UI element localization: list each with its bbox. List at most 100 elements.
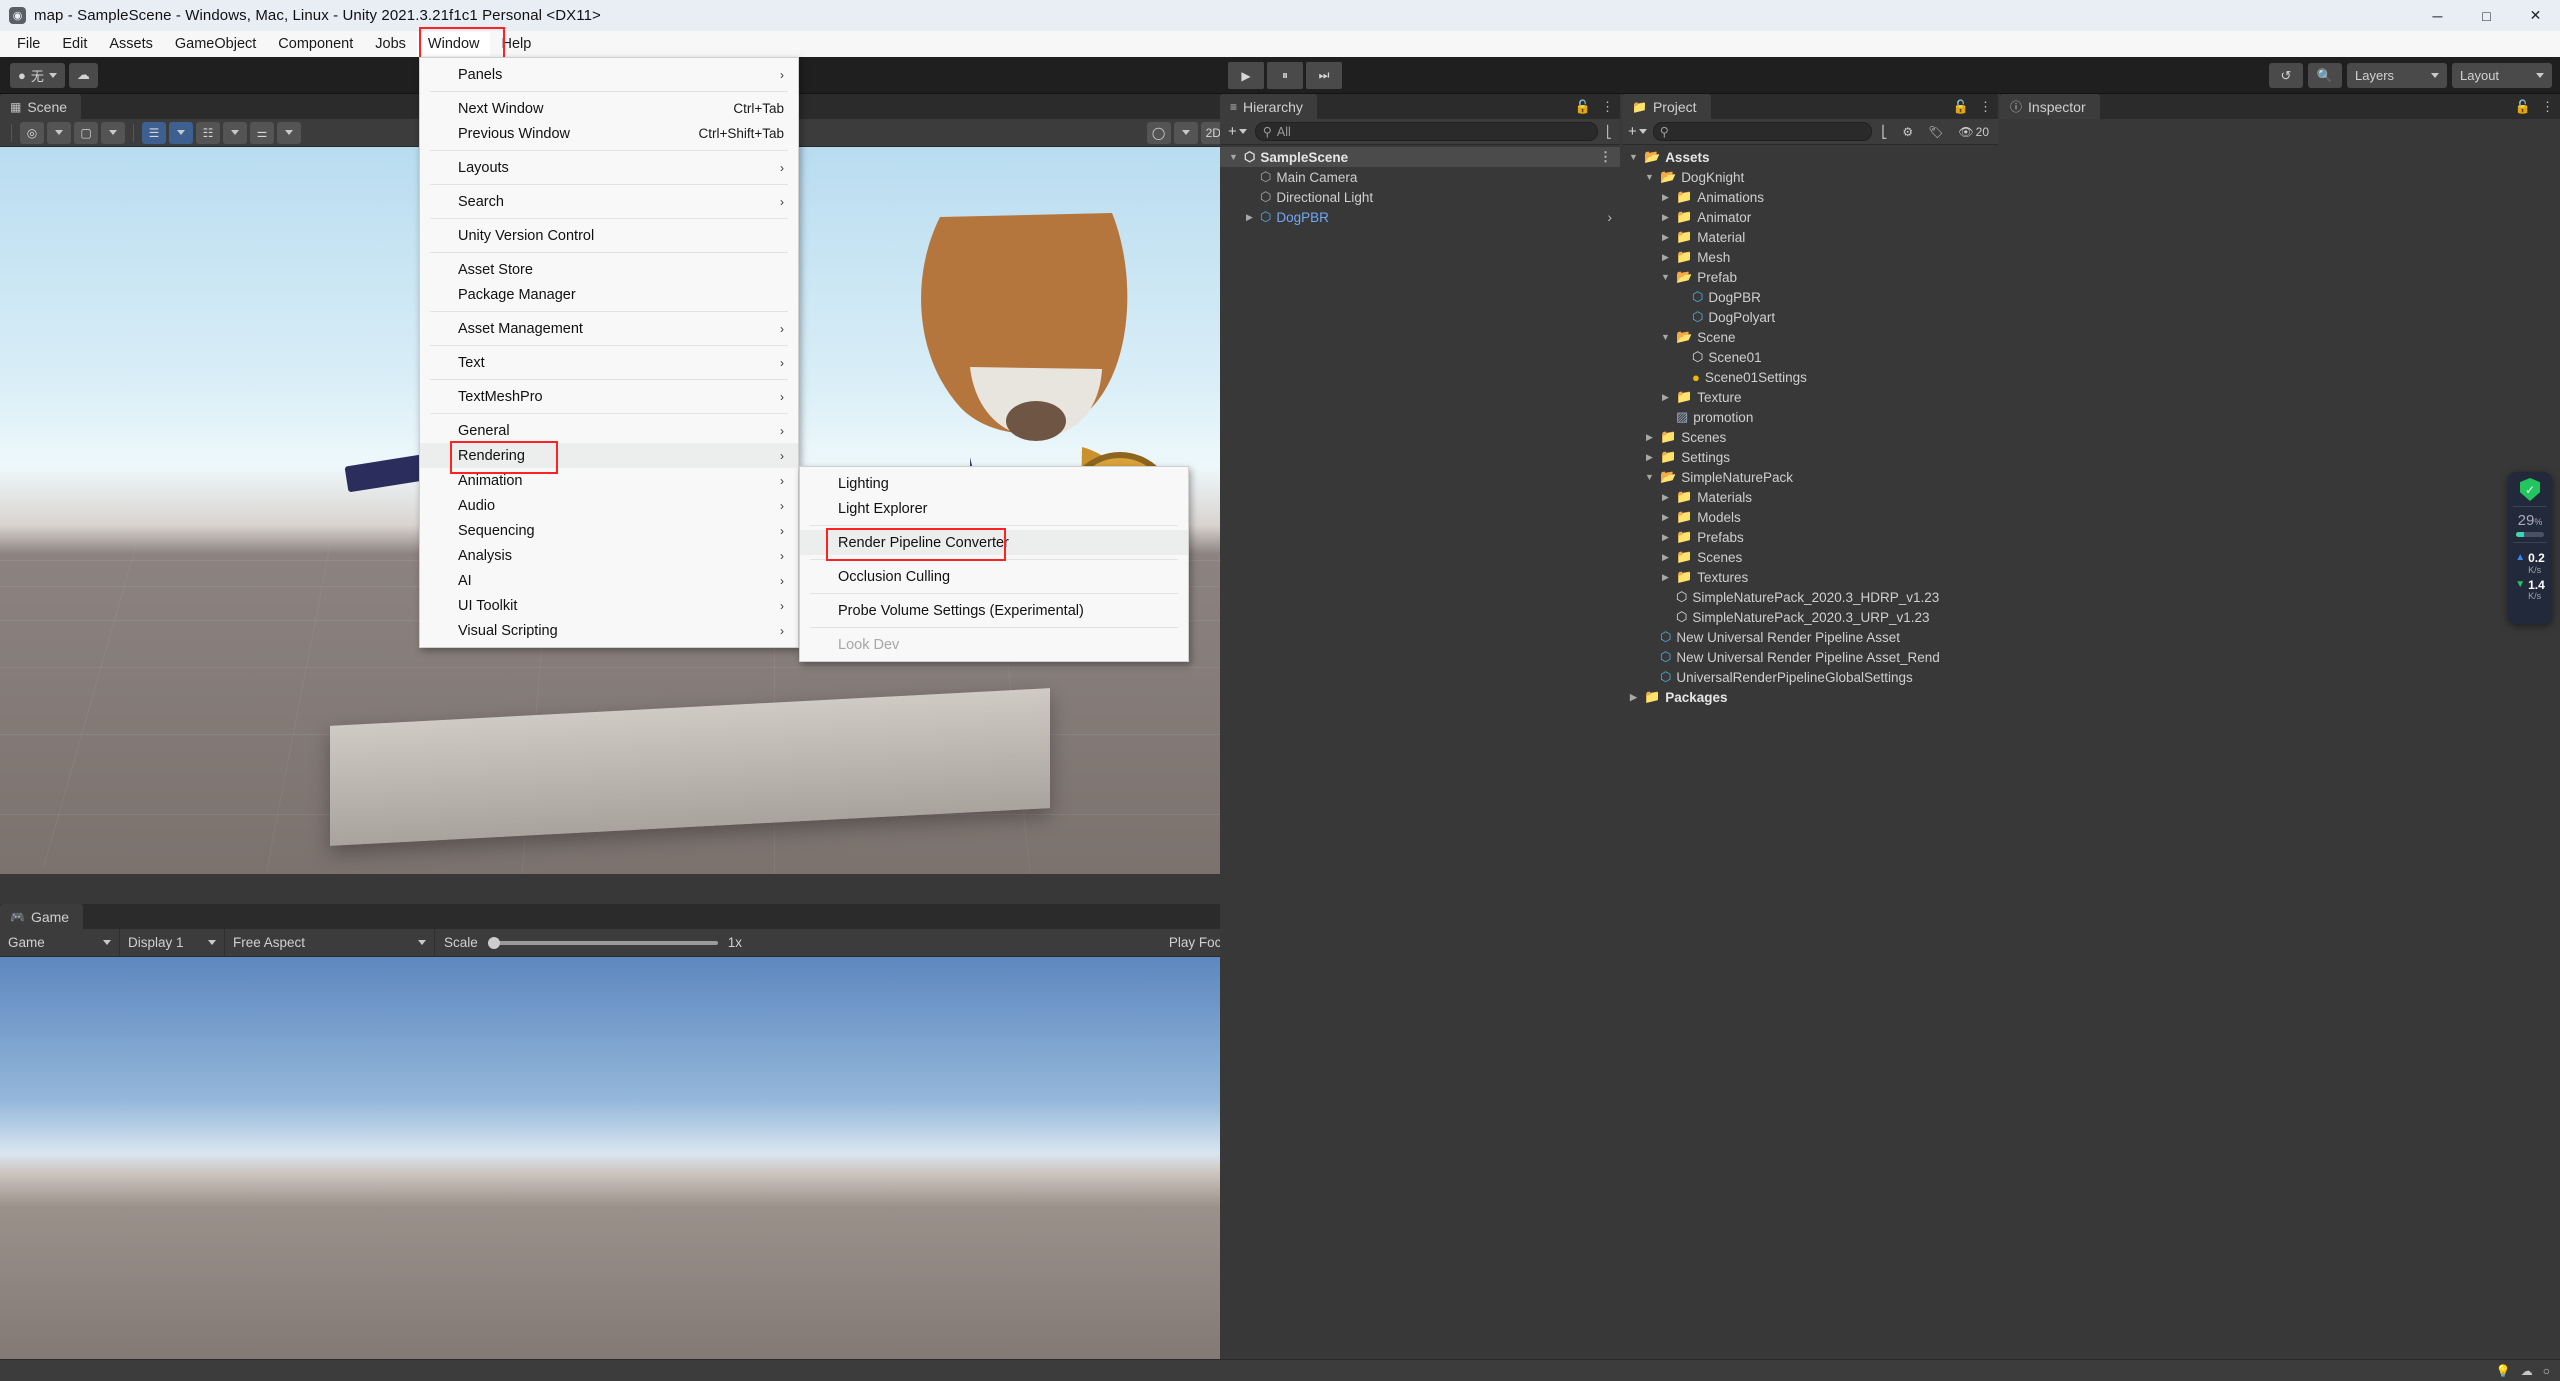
twisty-down-icon[interactable]: ▼ [1228, 152, 1239, 163]
tree-row[interactable]: ⬡ New Universal Render Pipeline Asset [1622, 627, 1998, 647]
ruler-icon[interactable]: ⚌ [250, 121, 274, 144]
twisty-right-icon[interactable]: ▶ [1660, 232, 1671, 243]
kebab-icon[interactable]: ⋮ [1601, 99, 1614, 115]
tree-row[interactable]: ▼ 📂 DogKnight [1622, 167, 1998, 187]
tree-row[interactable]: ▼ 📂 Scene [1622, 327, 1998, 347]
window-dropdown-menu[interactable]: Panels › Next Window Ctrl+Tab Previous Windo… [419, 57, 799, 648]
collab-icon[interactable]: ☁ [2521, 1364, 2533, 1378]
window-menu-item-text[interactable]: Text › [420, 350, 798, 375]
window-menu-item-ai[interactable]: AI › [420, 568, 798, 593]
pivot-rotation-icon[interactable]: ◎ [20, 121, 44, 144]
rendering-menu-item-light-explorer[interactable]: Light Explorer [800, 496, 1188, 521]
snap-magnet-icon[interactable]: ☷ [196, 121, 220, 144]
tree-row[interactable]: ▶ ⬡ DogPBR › [1220, 207, 1620, 227]
hierarchy-add-button[interactable]: + [1224, 123, 1251, 140]
handle-dropdown[interactable] [101, 121, 125, 144]
lock-icon[interactable]: 🔓 [1953, 99, 1969, 115]
hidden-packages-button[interactable]: 👁 20 [1952, 122, 1995, 142]
window-menu-item-next-window[interactable]: Next Window Ctrl+Tab [420, 96, 798, 121]
center-handle-icon[interactable]: ▢ [74, 121, 98, 144]
rendering-menu-item-lighting[interactable]: Lighting [800, 471, 1188, 496]
cloud-button[interactable]: ☁ [68, 62, 98, 88]
window-menu-item-previous-window[interactable]: Previous Window Ctrl+Shift+Tab [420, 121, 798, 146]
kebab-icon[interactable]: ⋮ [2541, 99, 2554, 115]
lock-icon[interactable]: 🔓 [1575, 99, 1591, 115]
menu-help[interactable]: Help [490, 32, 542, 56]
menu-window[interactable]: Window [416, 32, 491, 56]
tree-row[interactable]: ▶ 📁 Packages [1622, 687, 1998, 707]
tree-row[interactable]: ⬡ UniversalRenderPipelineGlobalSettings [1622, 667, 1998, 687]
tree-row[interactable]: ▶ 📁 Settings [1622, 447, 1998, 467]
save-search-icon[interactable]: ⎣ [1875, 122, 1893, 142]
window-menu-item-asset-management[interactable]: Asset Management › [420, 316, 798, 341]
tree-row[interactable]: ▼ 📂 SimpleNaturePack [1622, 467, 1998, 487]
tree-row[interactable]: ▼ 📂 Assets [1622, 147, 1998, 167]
scale-slider[interactable]: Scale 1x [435, 929, 751, 957]
window-menu-item-panels[interactable]: Panels › [420, 62, 798, 87]
hierarchy-tree[interactable]: ▼ ⬡ SampleScene ⋮ ⬡ Main Camera ⬡ Directional L… [1220, 145, 1620, 1369]
window-menu-item-textmeshpro[interactable]: TextMeshPro › [420, 384, 798, 409]
game-target-dropdown[interactable]: Game [0, 928, 120, 957]
window-menu-item-unity-version-control[interactable]: Unity Version Control [420, 223, 798, 248]
window-menu-item-ui-toolkit[interactable]: UI Toolkit › [420, 593, 798, 618]
ruler-dropdown[interactable] [277, 121, 301, 144]
twisty-down-icon[interactable]: ▼ [1628, 152, 1639, 163]
window-menu-item-layouts[interactable]: Layouts › [420, 155, 798, 180]
pause-button[interactable]: ⏸ [1267, 62, 1303, 89]
tree-row[interactable]: ● Scene01Settings [1622, 367, 1998, 387]
history-icon[interactable]: ↺ [2269, 63, 2303, 88]
twisty-right-icon[interactable]: ▶ [1644, 432, 1655, 443]
tree-row[interactable]: ⬡ Directional Light [1220, 187, 1620, 207]
twisty-down-icon[interactable]: ▼ [1660, 332, 1671, 343]
scale-slider-knob[interactable] [487, 936, 500, 949]
rendering-menu-item-probe-volume-settings-experimental[interactable]: Probe Volume Settings (Experimental) [800, 598, 1188, 623]
kebab-icon[interactable]: ⋮ [1979, 99, 1992, 115]
tree-row[interactable]: ⬡ SimpleNaturePack_2020.3_URP_v1.23 [1622, 607, 1998, 627]
tree-row[interactable]: ▶ 📁 Textures [1622, 567, 1998, 587]
tree-row[interactable]: ▶ 📁 Texture [1622, 387, 1998, 407]
window-menu-item-package-manager[interactable]: Package Manager [420, 282, 798, 307]
twisty-down-icon[interactable]: ▼ [1644, 472, 1655, 483]
window-menu-item-audio[interactable]: Audio › [420, 493, 798, 518]
twisty-right-icon[interactable]: ▶ [1644, 452, 1655, 463]
twisty-right-icon[interactable]: ▶ [1660, 192, 1671, 203]
bulb-icon[interactable]: 💡 [2496, 1364, 2511, 1378]
aspect-dropdown[interactable]: Free Aspect [225, 928, 435, 957]
twisty-down-icon[interactable]: ▼ [1644, 172, 1655, 183]
tab-game[interactable]: 🎮 Game [0, 904, 84, 929]
layout-dropdown[interactable]: Layout [2452, 63, 2552, 88]
window-menu-item-general[interactable]: General › [420, 418, 798, 443]
rendering-submenu[interactable]: Lighting Light Explorer Render Pipeline Co… [799, 466, 1189, 662]
shading-sphere-icon[interactable]: ◯ [1146, 121, 1171, 144]
tree-row[interactable]: ▶ 📁 Mesh [1622, 247, 1998, 267]
tab-scene[interactable]: ▦ Scene [0, 94, 82, 119]
tree-row[interactable]: ⬡ DogPBR [1622, 287, 1998, 307]
twisty-right-icon[interactable]: ▶ [1660, 572, 1671, 583]
menu-component[interactable]: Component [267, 32, 364, 56]
window-menu-item-rendering[interactable]: Rendering › [420, 443, 798, 468]
menu-file[interactable]: File [6, 32, 51, 56]
twisty-down-icon[interactable]: ▼ [1660, 272, 1671, 283]
rendering-menu-item-occlusion-culling[interactable]: Occlusion Culling [800, 564, 1188, 589]
twisty-right-icon[interactable]: ▶ [1660, 392, 1671, 403]
expand-search-icon[interactable]: ⎣ [1602, 125, 1616, 139]
play-button[interactable]: ▶ [1228, 62, 1264, 89]
window-menu-item-sequencing[interactable]: Sequencing › [420, 518, 798, 543]
window-menu-item-visual-scripting[interactable]: Visual Scripting › [420, 618, 798, 643]
project-add-button[interactable]: + [1625, 123, 1650, 140]
tree-row[interactable]: ⬡ New Universal Render Pipeline Asset_Ren… [1622, 647, 1998, 667]
twisty-right-icon[interactable]: ▶ [1244, 212, 1255, 223]
display-dropdown[interactable]: Display 1 [120, 928, 225, 957]
step-button[interactable]: ⏭ [1306, 62, 1342, 89]
grid-dropdown[interactable] [169, 121, 193, 144]
scale-slider-track[interactable] [487, 936, 718, 949]
menu-edit[interactable]: Edit [51, 32, 98, 56]
menu-gameobject[interactable]: GameObject [164, 32, 267, 56]
tree-row[interactable]: ▶ 📁 Animations [1622, 187, 1998, 207]
tree-row[interactable]: ▼ ⬡ SampleScene ⋮ [1220, 147, 1620, 167]
tree-row[interactable]: ⬡ SimpleNaturePack_2020.3_HDRP_v1.23 [1622, 587, 1998, 607]
kebab-icon[interactable]: ⋮ [1599, 149, 1612, 165]
project-search-input[interactable]: ⚲ [1652, 122, 1873, 141]
menu-jobs[interactable]: Jobs [364, 32, 417, 56]
window-menu-item-analysis[interactable]: Analysis › [420, 543, 798, 568]
